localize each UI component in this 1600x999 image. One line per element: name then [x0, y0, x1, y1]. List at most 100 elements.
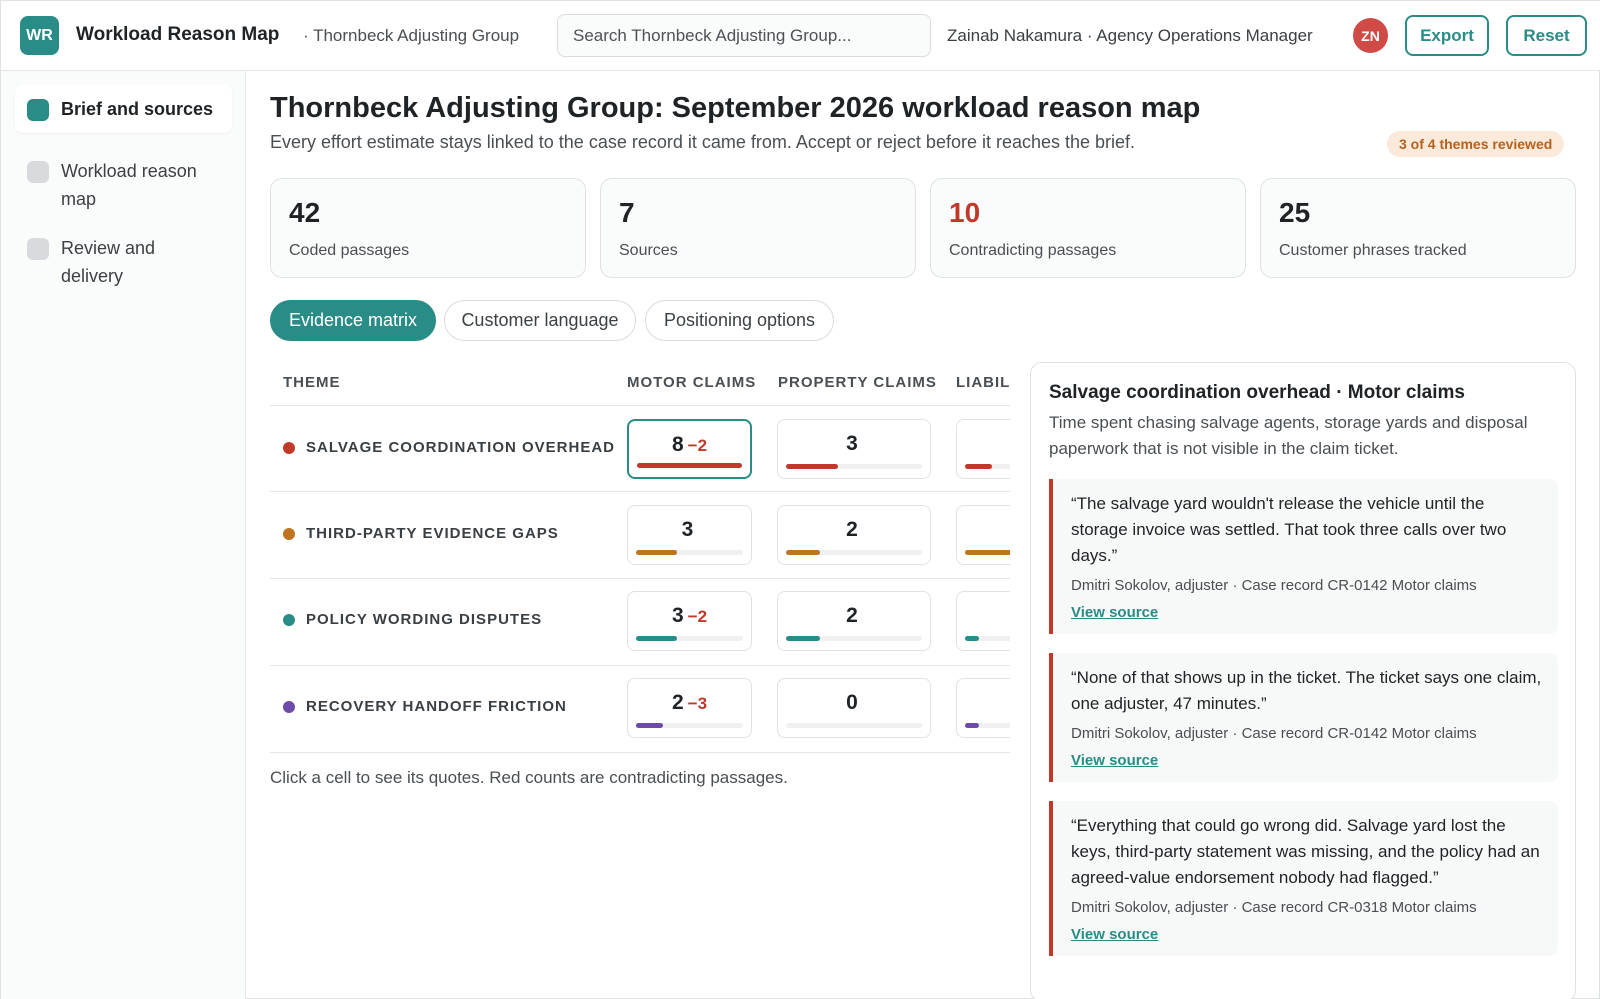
tab-evidence-matrix[interactable]: Evidence matrix — [270, 300, 436, 341]
row-divider — [270, 405, 1010, 406]
cell-count: 2 — [846, 518, 858, 541]
column-header-motor-claims[interactable]: MOTOR CLAIMS — [627, 374, 756, 391]
theme-color-dot — [283, 700, 295, 713]
cell-bar-track — [965, 550, 1010, 555]
cell-contradicting-count: −3 — [687, 694, 708, 713]
theme-color-dot — [283, 441, 295, 454]
page-title: Thornbeck Adjusting Group: September 202… — [270, 92, 1201, 124]
cell-bar-fill — [636, 550, 677, 555]
view-source-link[interactable]: View source — [1071, 604, 1158, 621]
matrix-cell[interactable] — [956, 419, 1010, 479]
checkbox-icon — [27, 161, 49, 183]
quote-card: “Everything that could go wrong did. Sal… — [1049, 801, 1558, 956]
sidebar-item-review-and-delivery[interactable]: Review and delivery — [15, 224, 232, 300]
app-title: Workload Reason Map — [76, 24, 280, 45]
matrix-cell[interactable]: 3 — [627, 505, 752, 565]
view-source-link[interactable]: View source — [1071, 926, 1158, 943]
quote-detail-panel: Salvage coordination overhead · Motor cl… — [1030, 362, 1576, 999]
row-divider — [270, 752, 1010, 753]
cell-count: 2 — [671, 691, 684, 714]
theme-name: POLICY WORDING DISPUTES — [306, 611, 543, 628]
stat-label: Customer phrases tracked — [1279, 242, 1467, 259]
theme-row-label: SALVAGE COORDINATION OVERHEAD — [283, 439, 615, 456]
tab-positioning-options[interactable]: Positioning options — [645, 300, 834, 341]
cell-bar-fill — [965, 636, 979, 641]
cell-count: 2 — [846, 604, 858, 627]
sidebar: Brief and sources Workload reason map Re… — [1, 71, 246, 999]
checkbox-icon — [27, 238, 49, 260]
cell-bar-fill — [786, 464, 838, 469]
stat-label: Sources — [619, 242, 678, 259]
theme-row-label: RECOVERY HANDOFF FRICTION — [283, 698, 567, 715]
matrix-cell[interactable]: 8 −2 — [627, 419, 752, 479]
theme-row-label: THIRD-PARTY EVIDENCE GAPS — [283, 525, 559, 542]
stat-value: 25 — [1279, 197, 1311, 228]
matrix-cell[interactable]: 3 −2 — [627, 591, 752, 651]
column-header-property-claims[interactable]: PROPERTY CLAIMS — [778, 374, 937, 391]
cell-contradicting-count: −2 — [687, 607, 708, 626]
reset-button[interactable]: Reset — [1506, 15, 1587, 56]
stat-card-contradicting-passages: 10 Contradicting passages — [930, 178, 1246, 278]
stat-card-customer-phrases: 25 Customer phrases tracked — [1260, 178, 1576, 278]
matrix-cell[interactable]: 2 — [777, 591, 931, 651]
quote-text: “Everything that could go wrong did. Sal… — [1071, 816, 1540, 887]
avatar[interactable]: ZN — [1353, 18, 1388, 53]
theme-name: RECOVERY HANDOFF FRICTION — [306, 698, 567, 715]
cell-bar-track — [786, 464, 922, 469]
theme-name: SALVAGE COORDINATION OVERHEAD — [306, 439, 616, 456]
sidebar-item-brief-and-sources[interactable]: Brief and sources — [15, 85, 232, 133]
quote-text: “The salvage yard wouldn't release the v… — [1071, 494, 1507, 565]
row-divider — [270, 578, 1010, 579]
quote-card: “The salvage yard wouldn't release the v… — [1049, 479, 1558, 634]
sidebar-item-workload-reason-map[interactable]: Workload reason map — [15, 147, 232, 223]
quote-attribution: Dmitri Sokolov, adjuster · Case record C… — [1071, 577, 1477, 594]
theme-color-dot — [283, 613, 295, 626]
cell-count: 3 — [671, 604, 684, 627]
quote-card: “None of that shows up in the ticket. Th… — [1049, 653, 1558, 782]
app-logo: WR — [20, 16, 59, 55]
stat-card-coded-passages: 42 Coded passages — [270, 178, 586, 278]
checkbox-icon — [27, 99, 49, 121]
matrix-cell[interactable]: 2 — [777, 505, 931, 565]
panel-title: Salvage coordination overhead · Motor cl… — [1049, 382, 1465, 403]
panel-description: Time spent chasing salvage agents, stora… — [1049, 413, 1528, 458]
cell-bar-track — [786, 636, 922, 641]
matrix-cell[interactable] — [956, 591, 1010, 651]
search-input[interactable] — [557, 14, 931, 57]
cell-bar-track — [786, 723, 922, 728]
cell-bar-fill — [786, 636, 820, 641]
top-bar: WR Workload Reason Map · Thornbeck Adjus… — [1, 1, 1600, 71]
quote-attribution: Dmitri Sokolov, adjuster · Case record C… — [1071, 725, 1477, 742]
quote-text: “None of that shows up in the ticket. Th… — [1071, 668, 1542, 713]
org-name: · Thornbeck Adjusting Group — [303, 26, 520, 45]
column-header-liability-claims[interactable]: LIABILITY CLAIMS — [956, 374, 1010, 391]
cell-bar-track — [636, 550, 743, 555]
matrix-cell[interactable]: 2 −3 — [627, 678, 752, 738]
export-button[interactable]: Export — [1405, 15, 1489, 56]
view-source-link[interactable]: View source — [1071, 752, 1158, 769]
cell-count: 8 — [671, 433, 684, 456]
app-window: WR Workload Reason Map · Thornbeck Adjus… — [0, 0, 1600, 999]
matrix-cell[interactable]: 3 — [777, 419, 931, 479]
tab-customer-language[interactable]: Customer language — [444, 300, 636, 341]
page-subtitle: Every effort estimate stays linked to th… — [270, 132, 1136, 152]
theme-name: THIRD-PARTY EVIDENCE GAPS — [306, 525, 559, 542]
cell-bar-track — [965, 464, 1010, 469]
cell-bar-fill — [636, 723, 663, 728]
matrix-cell[interactable] — [956, 505, 1010, 565]
matrix-cell[interactable]: 0 — [777, 678, 931, 738]
cell-count: 3 — [681, 518, 694, 541]
cell-bar-fill — [965, 550, 1010, 555]
theme-row-label: POLICY WORDING DISPUTES — [283, 611, 542, 628]
stat-value: 42 — [289, 197, 321, 228]
cell-bar-track — [637, 463, 742, 468]
row-divider — [270, 665, 1010, 666]
stat-label: Contradicting passages — [949, 242, 1117, 259]
cell-contradicting-count: −2 — [687, 436, 708, 455]
stat-value: 10 — [949, 197, 981, 228]
theme-color-dot — [283, 527, 295, 540]
quote-attribution: Dmitri Sokolov, adjuster · Case record C… — [1071, 899, 1477, 916]
matrix-cell[interactable] — [956, 678, 1010, 738]
matrix-help-text: Click a cell to see its quotes. Red coun… — [270, 768, 788, 787]
cell-bar-track — [965, 723, 1010, 728]
